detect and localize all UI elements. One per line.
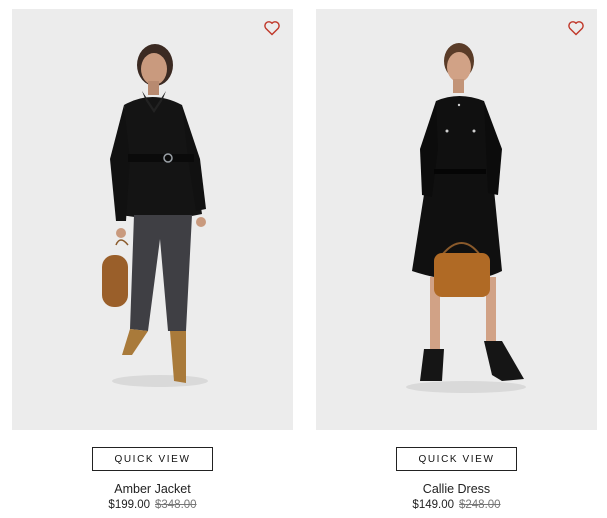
quick-view-button[interactable]: QUICK VIEW <box>396 447 517 471</box>
product-image[interactable] <box>316 9 597 430</box>
heart-outline-icon[interactable] <box>263 20 281 36</box>
product-price: $149.00 $248.00 <box>316 499 597 511</box>
product-name[interactable]: Amber Jacket <box>12 482 293 496</box>
original-price: $248.00 <box>459 499 501 511</box>
product-card[interactable]: QUICK VIEW Amber Jacket $199.00 $348.00 <box>12 9 293 511</box>
quick-view-button[interactable]: QUICK VIEW <box>92 447 213 471</box>
product-card[interactable]: QUICK VIEW Callie Dress $149.00 $248.00 <box>316 9 597 511</box>
product-image[interactable] <box>12 9 293 430</box>
sale-price: $199.00 <box>108 499 150 511</box>
model-photo-callie-dress <box>406 43 526 393</box>
sale-price: $149.00 <box>412 499 454 511</box>
original-price: $348.00 <box>155 499 197 511</box>
product-price: $199.00 $348.00 <box>12 499 293 511</box>
heart-outline-icon[interactable] <box>567 20 585 36</box>
model-photo-amber-jacket <box>102 44 208 387</box>
product-name[interactable]: Callie Dress <box>316 482 597 496</box>
